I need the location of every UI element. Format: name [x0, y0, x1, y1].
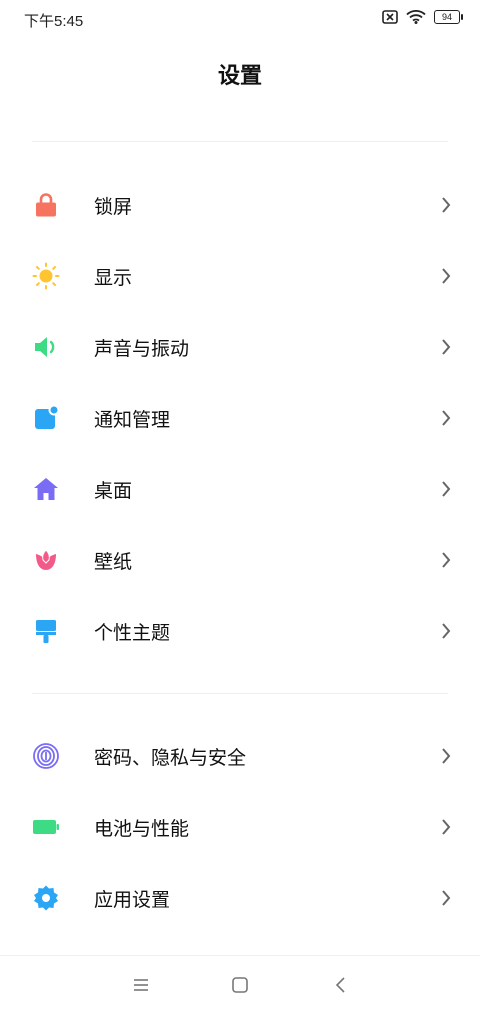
back-icon[interactable]	[331, 975, 351, 995]
paint-roller-icon	[36, 620, 56, 643]
menu-item-label: 密码、隐私与安全	[94, 747, 247, 769]
tulip-icon	[36, 549, 56, 570]
chevron-right-icon	[442, 481, 451, 497]
status-icons: 94	[382, 10, 463, 24]
home-button-icon[interactable]	[230, 975, 250, 995]
menu-item-sound-vibration[interactable]: 声音与振动	[0, 312, 480, 383]
battery-icon	[33, 820, 59, 834]
menu-item-label: 个性主题	[94, 622, 171, 644]
chevron-right-icon	[442, 819, 451, 835]
no-sim-icon	[382, 10, 398, 24]
menu-item-label: 壁纸	[94, 551, 133, 573]
fingerprint-icon	[33, 743, 59, 769]
menu-item-label: 通知管理	[94, 409, 171, 431]
battery-indicator: 94	[434, 10, 463, 24]
sun-icon	[32, 262, 60, 290]
menu-item-label: 应用设置	[94, 889, 171, 911]
status-bar: 下午5:45 94	[0, 0, 480, 40]
gear-icon	[34, 885, 58, 911]
notification-icon	[35, 404, 60, 429]
menu-icon[interactable]	[131, 975, 151, 995]
home-icon	[34, 478, 58, 500]
divider	[32, 693, 448, 694]
menu-item-label: 声音与振动	[94, 338, 190, 360]
chevron-right-icon	[442, 748, 451, 764]
menu-item-themes[interactable]: 个性主题	[0, 596, 480, 667]
navigation-bar	[0, 955, 480, 1014]
lock-icon	[36, 193, 56, 217]
menu-item-home-screen[interactable]: 桌面	[0, 454, 480, 525]
menu-item-label: 锁屏	[94, 196, 133, 218]
menu-item-battery-performance[interactable]: 电池与性能	[0, 792, 480, 863]
menu-item-lock-screen[interactable]: 锁屏	[0, 170, 480, 241]
page-title: 设置	[217, 64, 262, 89]
divider	[32, 141, 448, 142]
menu-item-display[interactable]: 显示	[0, 241, 480, 312]
menu-item-label: 显示	[94, 267, 133, 289]
chevron-right-icon	[442, 552, 451, 568]
menu-item-label: 电池与性能	[94, 818, 190, 840]
wifi-icon	[406, 10, 426, 24]
chevron-right-icon	[442, 890, 451, 906]
status-time: 下午5:45	[24, 13, 84, 30]
chevron-right-icon	[442, 339, 451, 355]
chevron-right-icon	[442, 268, 451, 284]
chevron-right-icon	[442, 410, 451, 426]
speaker-icon	[35, 337, 55, 357]
chevron-right-icon	[442, 197, 451, 213]
chevron-right-icon	[442, 623, 451, 639]
menu-item-notifications[interactable]: 通知管理	[0, 383, 480, 454]
menu-item-label: 桌面	[94, 480, 133, 502]
menu-item-password-privacy-security[interactable]: 密码、隐私与安全	[0, 721, 480, 792]
menu-item-app-settings[interactable]: 应用设置	[0, 863, 480, 934]
menu-item-wallpaper[interactable]: 壁纸	[0, 525, 480, 596]
